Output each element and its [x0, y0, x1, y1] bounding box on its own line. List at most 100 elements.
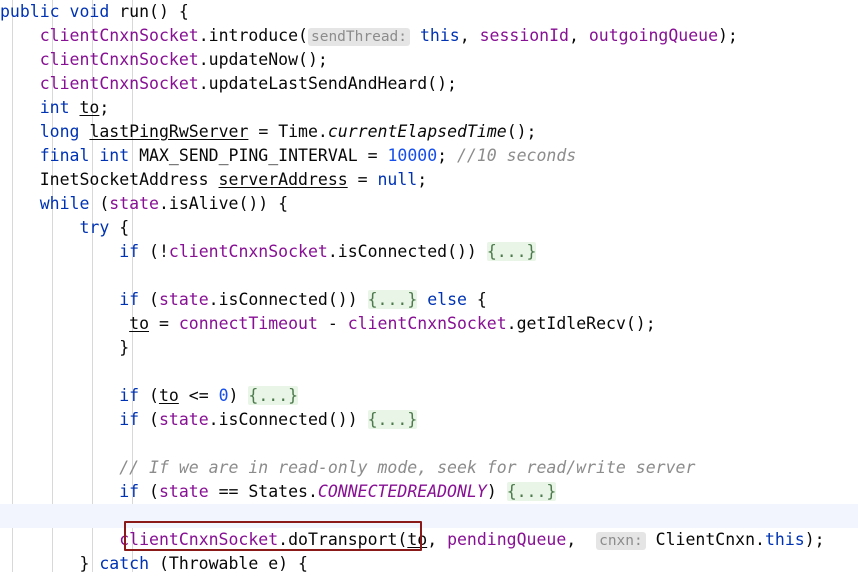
- code-line[interactable]: [0, 264, 858, 288]
- code-line[interactable]: if (state.isConnected()) {...} else {: [0, 288, 858, 312]
- code-token: }: [0, 338, 130, 357]
- code-token: ;: [437, 146, 457, 165]
- code-token: {: [466, 290, 487, 309]
- code-line[interactable]: to = connectTimeout - clientCnxnSocket.g…: [0, 312, 858, 336]
- code-token: state: [109, 194, 159, 213]
- code-line[interactable]: [0, 504, 858, 528]
- keyword-token: long: [39, 122, 80, 141]
- code-line[interactable]: final int MAX_SEND_PING_INTERVAL = 10000…: [0, 144, 858, 168]
- keyword-token: int: [39, 98, 70, 117]
- code-token: clientCnxnSocket: [39, 26, 199, 45]
- code-token: ,: [566, 530, 597, 549]
- keyword-token: public: [0, 2, 60, 21]
- code-token: (: [139, 290, 159, 309]
- code-token: ): [228, 386, 249, 405]
- code-line[interactable]: [0, 432, 858, 456]
- code-token: clientCnxnSocket: [347, 314, 507, 333]
- code-token: run() {: [109, 2, 189, 21]
- code-line[interactable]: InetSocketAddress serverAddress = null;: [0, 168, 858, 192]
- code-token: state: [158, 290, 209, 309]
- code-content[interactable]: public void run() { clientCnxnSocket.int…: [0, 0, 858, 576]
- code-line[interactable]: clientCnxnSocket.introduce(sendThread: t…: [0, 24, 858, 48]
- code-token: .isConnected()): [327, 242, 487, 261]
- code-line[interactable]: if (to <= 0) {...}: [0, 384, 858, 408]
- code-token: .updateLastSendAndHeard();: [198, 74, 457, 93]
- code-line[interactable]: public void run() {: [0, 0, 858, 24]
- keyword-token: while: [39, 194, 90, 213]
- code-line[interactable]: if (state == States.CONNECTEDREADONLY) {…: [0, 480, 858, 504]
- code-token: outgoingQueue: [588, 26, 718, 45]
- keyword-token: if: [119, 482, 140, 501]
- code-line[interactable]: [0, 360, 858, 384]
- code-token: ();: [506, 122, 537, 141]
- code-token: }: [0, 554, 100, 573]
- code-token: ;: [99, 98, 110, 117]
- code-token: sessionId: [479, 26, 569, 45]
- code-token: =: [347, 170, 378, 189]
- code-token: .getIdleRecv();: [506, 314, 656, 333]
- code-line[interactable]: }: [0, 336, 858, 360]
- keyword-token: else: [427, 290, 467, 309]
- code-line[interactable]: clientCnxnSocket.updateNow();: [0, 48, 858, 72]
- code-token: .doTransport(: [278, 530, 408, 549]
- folded-region-placeholder[interactable]: {...}: [248, 386, 299, 405]
- code-editor[interactable]: public void run() { clientCnxnSocket.int…: [0, 0, 858, 573]
- code-line[interactable]: // If we are in read-only mode, seek for…: [0, 456, 858, 480]
- keyword-token: catch: [99, 554, 150, 573]
- code-token: clientCnxnSocket: [39, 50, 199, 69]
- code-token: clientCnxnSocket: [119, 530, 279, 549]
- code-token: ,: [568, 26, 589, 45]
- code-token: (: [139, 482, 159, 501]
- folded-region-placeholder[interactable]: {...}: [367, 290, 418, 309]
- folded-region-placeholder[interactable]: {...}: [367, 410, 418, 429]
- keyword-token: this: [419, 26, 460, 45]
- code-token: ,: [427, 530, 448, 549]
- code-token: .isConnected()): [208, 290, 368, 309]
- number-token: 10000: [387, 146, 438, 165]
- code-token: );: [804, 530, 825, 549]
- keyword-token: if: [119, 242, 140, 261]
- folded-region-placeholder[interactable]: {...}: [506, 482, 557, 501]
- code-token: connectTimeout: [178, 314, 318, 333]
- code-token: == States.: [208, 482, 318, 501]
- keyword-token: if: [119, 410, 140, 429]
- code-token: CONNECTEDREADONLY: [317, 482, 487, 501]
- number-token: 0: [218, 386, 229, 405]
- code-line[interactable]: if (state.isConnected()) {...}: [0, 408, 858, 432]
- keyword-token: if: [119, 290, 140, 309]
- keyword-token: if: [119, 386, 140, 405]
- code-line[interactable]: } catch (Throwable e) {: [0, 552, 858, 576]
- keyword-token: int: [99, 146, 130, 165]
- code-token: to: [158, 386, 179, 405]
- code-line[interactable]: long lastPingRwServer = Time.currentElap…: [0, 120, 858, 144]
- code-line[interactable]: if (!clientCnxnSocket.isConnected()) {..…: [0, 240, 858, 264]
- code-token: ;: [417, 170, 428, 189]
- code-line[interactable]: try {: [0, 216, 858, 240]
- folded-region-placeholder[interactable]: {...}: [486, 242, 537, 261]
- code-token: = Time.: [248, 122, 328, 141]
- code-token: .updateNow();: [198, 50, 328, 69]
- code-line[interactable]: clientCnxnSocket.doTransport(to, pending…: [0, 528, 858, 552]
- code-line[interactable]: int to;: [0, 96, 858, 120]
- code-line[interactable]: while (state.isAlive()) {: [0, 192, 858, 216]
- parameter-hint-chip: cnxn:: [596, 532, 646, 550]
- code-line[interactable]: clientCnxnSocket.updateLastSendAndHeard(…: [0, 72, 858, 96]
- keyword-token: final: [39, 146, 90, 165]
- code-token: ClientCnxn.: [645, 530, 765, 549]
- parameter-hint-chip: sendThread:: [307, 28, 411, 46]
- code-token: (: [139, 410, 159, 429]
- keyword-token: this: [764, 530, 805, 549]
- code-token: (Throwable e) {: [149, 554, 308, 573]
- code-token: MAX_SEND_PING_INTERVAL =: [129, 146, 388, 165]
